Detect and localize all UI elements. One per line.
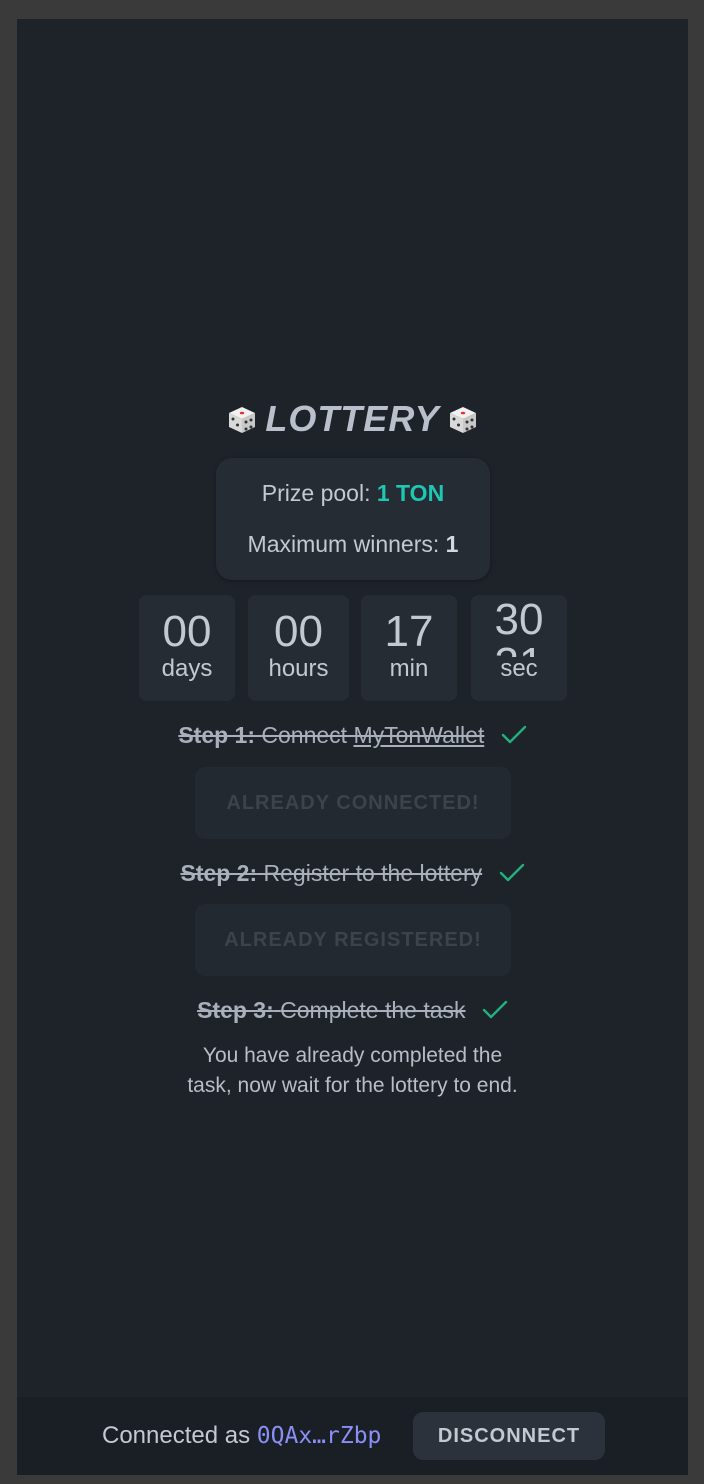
- max-winners-value: 1: [445, 531, 459, 557]
- prize-pool-value: 1 TON: [376, 480, 445, 506]
- step-3: Step 3: Complete the task: [17, 995, 688, 1025]
- dice-icon: [229, 407, 256, 433]
- countdown-min-value: 17: [384, 607, 434, 656]
- connected-label: Connected as: [102, 1422, 251, 1449]
- countdown-sec: 30 31 sec: [471, 595, 567, 701]
- prize-pool-line: Prize pool: 1 TON: [216, 480, 490, 507]
- connected-status: Connected as 0QAx…rZbp: [102, 1419, 381, 1453]
- max-winners-line: Maximum winners: 1: [216, 531, 490, 558]
- task-message-line-1: You have already completed the: [202, 1044, 503, 1067]
- prize-pool-label: Prize pool:: [261, 480, 371, 506]
- wallet-address: 0QAx…rZbp: [256, 1423, 382, 1449]
- countdown-min-unit: min: [389, 655, 429, 682]
- step-1: Step 1: Connect MyTonWallet: [17, 720, 688, 750]
- already-connected-button[interactable]: ALREADY CONNECTED!: [195, 767, 511, 839]
- app-window: LOTTERY Prize pool: 1 TON Maximum winner…: [17, 19, 688, 1475]
- countdown-days-value: 00: [162, 607, 212, 656]
- already-registered-button[interactable]: ALREADY REGISTERED!: [195, 904, 511, 976]
- countdown-min: 17 min: [361, 595, 457, 701]
- step-1-prefix: Step 1:: [178, 722, 256, 748]
- check-icon: [482, 1000, 508, 1019]
- mytonwallet-link[interactable]: MyTonWallet: [353, 722, 484, 748]
- countdown-hours-value: 00: [274, 607, 323, 656]
- step-3-text: Complete the task: [280, 997, 466, 1023]
- step-2-text: Register to the lottery: [263, 860, 483, 886]
- task-completed-message: You have already completed the task, now…: [17, 1041, 688, 1101]
- step-2-prefix: Step 2:: [180, 860, 258, 886]
- wallet-footer: Connected as 0QAx…rZbp DISCONNECT: [17, 1397, 688, 1475]
- title-text: LOTTERY: [265, 398, 440, 439]
- countdown-sec-unit: sec: [500, 655, 538, 682]
- disconnect-button[interactable]: DISCONNECT: [413, 1412, 605, 1460]
- countdown-hours-unit: hours: [268, 655, 329, 682]
- step-2: Step 2: Register to the lottery: [17, 858, 688, 888]
- countdown-sec-value: 30: [494, 595, 544, 644]
- step-3-prefix: Step 3:: [197, 997, 274, 1023]
- check-icon: [501, 725, 526, 744]
- task-message-line-2: task, now wait for the lottery to end.: [187, 1074, 518, 1097]
- page-title: LOTTERY: [17, 397, 688, 441]
- step-1-text: Connect: [261, 722, 354, 748]
- dice-icon: [449, 407, 476, 433]
- max-winners-label: Maximum winners:: [247, 531, 440, 557]
- prize-info-card: Prize pool: 1 TON Maximum winners: 1: [216, 458, 490, 580]
- countdown-hours: 00 hours: [248, 595, 349, 701]
- countdown-days-unit: days: [161, 655, 213, 682]
- countdown-days: 00 days: [139, 595, 235, 701]
- check-icon: [499, 863, 524, 882]
